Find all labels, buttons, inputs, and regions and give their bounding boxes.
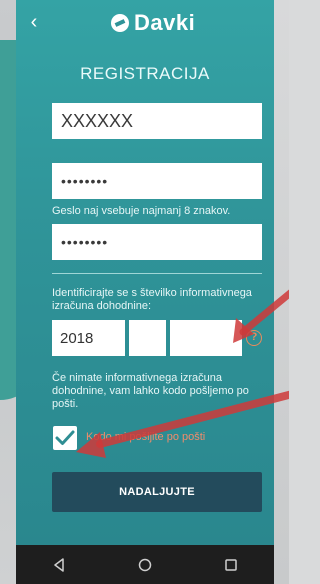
divider [52,273,262,274]
nav-back-icon[interactable] [44,554,74,576]
year-field[interactable] [52,320,125,356]
code-part-1-field[interactable] [129,320,166,356]
send-by-post-checkbox[interactable] [53,426,77,450]
back-icon[interactable]: ‹ [22,10,46,34]
identify-instructions: Identificirajte se s številko informativ… [52,287,252,312]
code-part-2-field[interactable] [170,320,242,356]
password-repeat-field[interactable] [52,224,262,260]
check-icon [55,430,75,445]
top-bar: ‹ Davki [16,0,274,46]
continue-button[interactable]: NADALJUJTE [52,472,262,512]
phone-screen: ‹ Davki REGISTRACIJA Geslo naj vsebuje n… [16,0,274,584]
page-title: REGISTRACIJA [80,64,210,83]
password-hint: Geslo naj vsebuje najmanj 8 znakov. [52,205,231,217]
username-field[interactable] [52,103,262,139]
app-content: ‹ Davki REGISTRACIJA Geslo naj vsebuje n… [16,0,274,545]
davki-logo-mark-icon [111,14,129,32]
logo-text: Davki [134,10,196,35]
postal-code-note: Če nimate informativnega izračuna dohodn… [52,372,249,410]
password-field[interactable] [52,163,262,199]
davki-logo: Davki [111,9,195,37]
nav-recents-icon[interactable] [216,554,246,576]
nav-home-icon[interactable] [130,554,160,576]
send-by-post-label: Kodo mi pošljite po pošti [86,431,206,443]
help-icon[interactable]: ? [246,330,262,346]
android-navigation-bar [16,545,274,584]
